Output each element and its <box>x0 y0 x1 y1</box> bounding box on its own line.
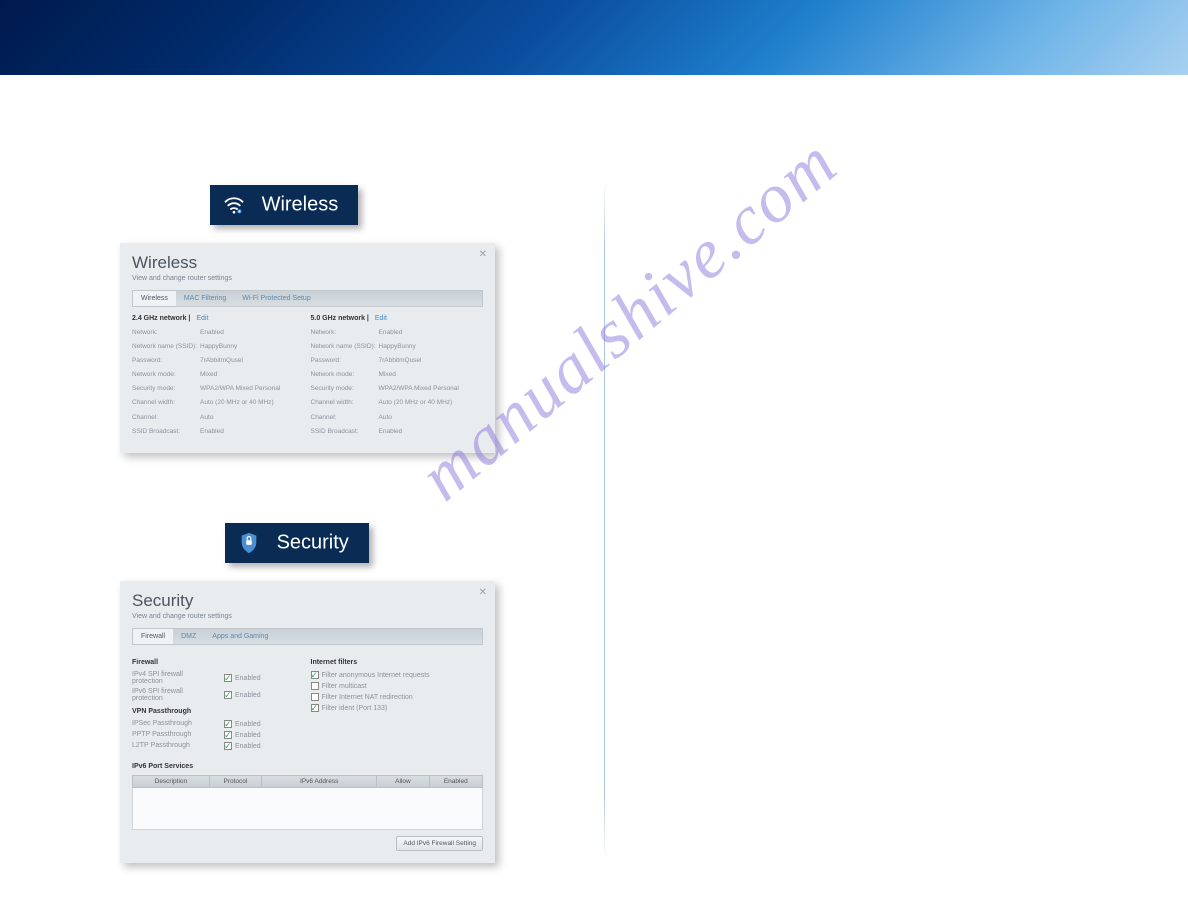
add-ipv6-button[interactable]: Add IPv6 Firewall Setting <box>396 836 483 851</box>
close-icon[interactable]: ✕ <box>479 587 487 598</box>
filters-title: Internet filters <box>311 659 484 666</box>
tab-wireless[interactable]: Wireless <box>133 291 176 306</box>
wireless-panel-sub: View and change router settings <box>132 275 483 282</box>
checkbox[interactable] <box>224 742 232 750</box>
wireless-section-tab: Wireless <box>210 185 358 225</box>
col-24ghz: 2.4 GHz network | Edit Network:Enabled N… <box>132 315 305 441</box>
wireless-tab-label: Wireless <box>262 194 339 216</box>
col-filters: Internet filters Filter anonymous Intern… <box>311 653 484 753</box>
security-panel: ✕ Security View and change router settin… <box>120 581 495 863</box>
security-section-tab: Security <box>225 523 369 563</box>
wireless-panel: ✕ Wireless View and change router settin… <box>120 243 495 453</box>
security-tab-row: Firewall DMZ Apps and Gaming <box>132 628 483 645</box>
tab-mac-filtering[interactable]: MAC Filtering <box>176 291 234 306</box>
security-tab-label: Security <box>277 531 349 553</box>
checkbox[interactable] <box>311 671 319 679</box>
header-24ghz: 2.4 GHz network <box>132 315 186 322</box>
wireless-panel-title: Wireless <box>132 253 483 273</box>
edit-24ghz[interactable]: Edit <box>196 315 208 322</box>
checkbox[interactable] <box>224 691 232 699</box>
security-panel-sub: View and change router settings <box>132 613 483 620</box>
checkbox[interactable] <box>311 682 319 690</box>
shield-icon <box>237 531 261 555</box>
checkbox[interactable] <box>224 731 232 739</box>
tab-dmz[interactable]: DMZ <box>173 629 204 644</box>
firewall-title: Firewall <box>132 659 305 666</box>
checkbox[interactable] <box>224 674 232 682</box>
col-50ghz: 5.0 GHz network | Edit Network:Enabled N… <box>311 315 484 441</box>
ipv6-table-header: Description Protocol IPv6 Address Allow … <box>132 775 483 788</box>
edit-50ghz[interactable]: Edit <box>375 315 387 322</box>
security-panel-title: Security <box>132 591 483 611</box>
close-icon[interactable]: ✕ <box>479 249 487 260</box>
checkbox[interactable] <box>224 720 232 728</box>
top-banner <box>0 0 1188 75</box>
ipv6-title: IPv6 Port Services <box>132 763 483 770</box>
col-firewall-vpn: Firewall IPv4 SPI firewall protectionEna… <box>132 653 305 753</box>
tab-wps[interactable]: Wi-Fi Protected Setup <box>234 291 318 306</box>
header-50ghz: 5.0 GHz network <box>311 315 365 322</box>
tab-firewall[interactable]: Firewall <box>133 629 173 644</box>
vpn-title: VPN Passthrough <box>132 708 305 715</box>
tab-apps-gaming[interactable]: Apps and Gaming <box>204 629 276 644</box>
wireless-tab-row: Wireless MAC Filtering Wi-Fi Protected S… <box>132 290 483 307</box>
checkbox[interactable] <box>311 693 319 701</box>
ipv6-table-body <box>132 788 483 830</box>
checkbox[interactable] <box>311 704 319 712</box>
wifi-icon <box>222 193 246 217</box>
